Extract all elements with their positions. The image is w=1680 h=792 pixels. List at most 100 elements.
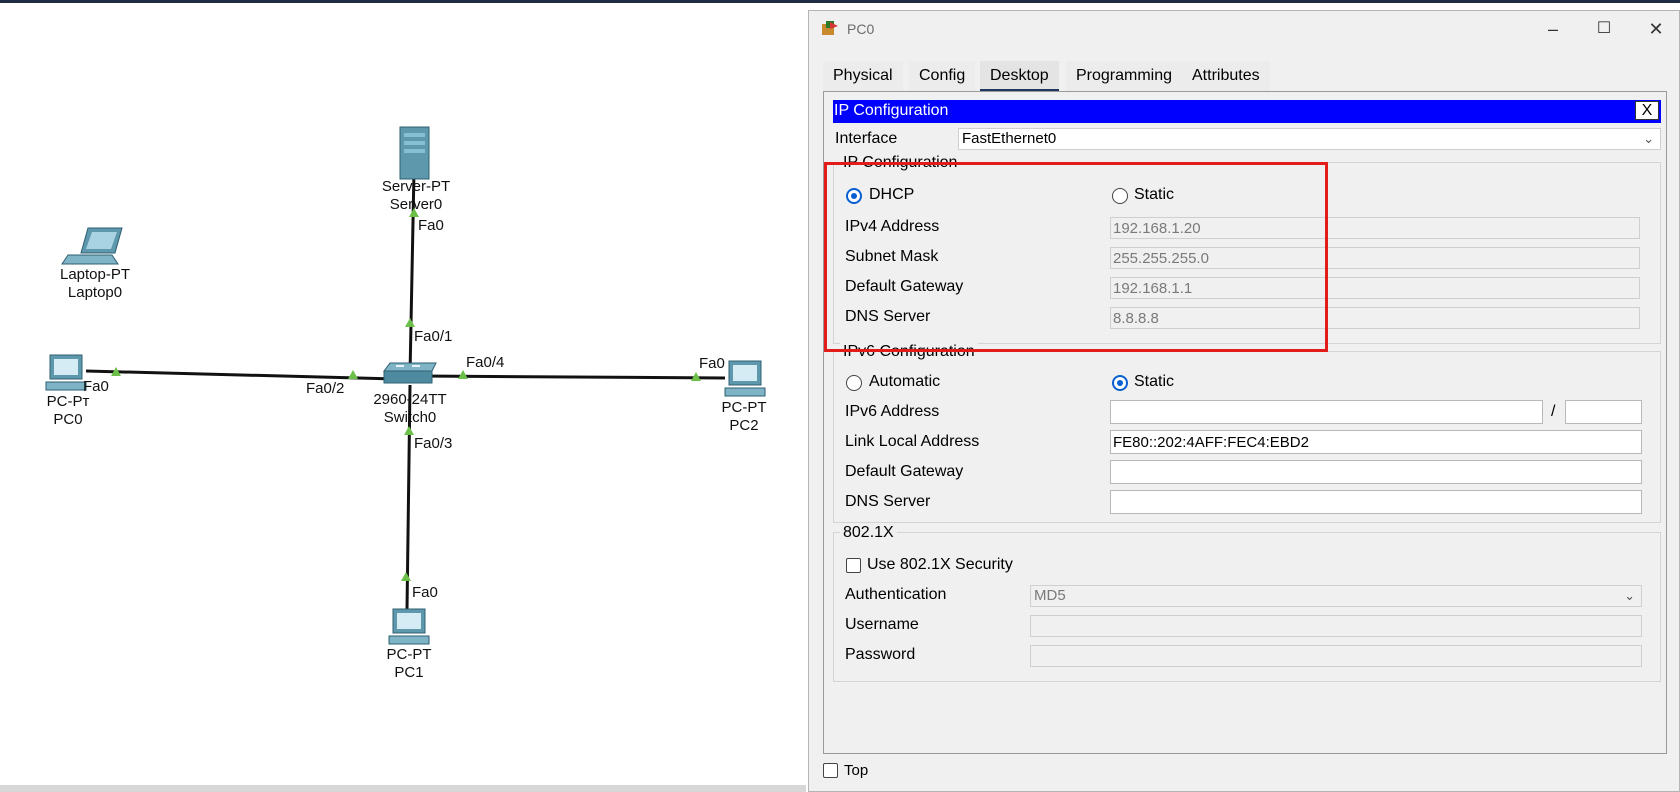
- pc0-label[interactable]: PC-Pт PC0: [47, 393, 90, 429]
- link-marker-switch-fa01: [405, 318, 415, 327]
- password-field[interactable]: [1030, 645, 1642, 667]
- ipv6-group-title: IPv6 Configuration: [840, 343, 978, 361]
- desktop-panel: IP Configuration X Interface FastEtherne…: [823, 91, 1667, 754]
- use-dot1x-checkbox[interactable]: [846, 558, 861, 573]
- port-label-server-fa0: Fa0: [418, 217, 444, 234]
- laptop0-label[interactable]: Laptop-PT Laptop0: [60, 266, 130, 302]
- link-local-address-label: Link Local Address: [845, 433, 980, 450]
- switch-icon: [383, 362, 437, 384]
- username-field[interactable]: [1030, 615, 1642, 637]
- subnet-mask-label: Subnet Mask: [845, 248, 939, 265]
- authentication-select-value: MD5: [1034, 587, 1066, 604]
- prefix-separator: /: [1551, 403, 1556, 420]
- switch0-name: Switch0: [383, 409, 437, 426]
- laptop0-name: Laptop0: [67, 284, 123, 301]
- pc2-label[interactable]: PC-PT PC2: [722, 399, 767, 435]
- dot1x-group: 802.1X Use 802.1X Security Authenticatio…: [833, 524, 1661, 682]
- use-dot1x-label: Use 802.1X Security: [867, 556, 1013, 573]
- subnet-mask-field[interactable]: [1110, 247, 1640, 269]
- laptop0-type: Laptop-PT: [59, 266, 131, 283]
- link-marker-switch-fa02: [348, 370, 358, 379]
- ip-config-header-title: IP Configuration: [834, 102, 949, 119]
- pc1-icon: [388, 608, 430, 645]
- pc0-window: PC0 – ☐ ✕ Physical Config Desktop Progra…: [808, 10, 1680, 792]
- static-ipv4-radio[interactable]: [1112, 188, 1128, 204]
- ipv4-group-title: IP Configuration: [840, 154, 961, 172]
- port-label-pc0-fa0: Fa0: [83, 378, 109, 395]
- switch0-type: 2960-24TT: [373, 391, 447, 408]
- server0-type: Server-PT: [381, 178, 451, 195]
- ipv4-default-gateway-field[interactable]: [1110, 277, 1640, 299]
- port-label-switch-fa04: Fa0/4: [466, 354, 505, 371]
- pc2-name: PC2: [729, 417, 759, 434]
- packet-tracer-app-icon: [822, 21, 838, 35]
- pc0-name: PC0: [53, 411, 83, 428]
- ipv6-default-gateway-field[interactable]: [1110, 460, 1642, 484]
- port-label-switch-fa03: Fa0/3: [414, 435, 453, 452]
- ipv6-static-label: Static: [1134, 373, 1175, 390]
- link-marker-pc1-fa0: [401, 572, 411, 581]
- switch0-label[interactable]: 2960-24TT Switch0: [373, 391, 446, 427]
- ipv4-dns-server-field[interactable]: [1110, 307, 1640, 329]
- dot1x-group-title: 802.1X: [840, 524, 897, 542]
- dhcp-label: DHCP: [869, 186, 915, 203]
- maximize-button[interactable]: ☐: [1581, 15, 1627, 43]
- authentication-label: Authentication: [845, 586, 947, 603]
- top-checkbox[interactable]: [823, 763, 838, 778]
- password-label: Password: [845, 646, 916, 663]
- topology-canvas[interactable]: Server-PT Server0 Laptop-PT Laptop0 PC-P…: [0, 3, 806, 785]
- canvas-scrollbar[interactable]: [0, 785, 806, 792]
- ipv6-dns-server-field[interactable]: [1110, 490, 1642, 514]
- chevron-down-icon: ⌄: [1643, 131, 1654, 146]
- top-label: Top: [844, 762, 869, 779]
- port-label-switch-fa02: Fa0/2: [306, 380, 345, 397]
- dhcp-radio[interactable]: [846, 188, 862, 204]
- port-label-pc2-fa0: Fa0: [699, 355, 725, 372]
- tab-programming[interactable]: Programming: [1066, 61, 1183, 91]
- ipv4-address-label: IPv4 Address: [845, 218, 940, 235]
- tab-attributes[interactable]: Attributes: [1182, 61, 1270, 91]
- tab-config[interactable]: Config: [909, 61, 976, 91]
- ipv6-config-group: IPv6 Configuration Automatic Static IPv6…: [833, 343, 1661, 523]
- pc2-icon: [724, 360, 766, 397]
- ipv6-automatic-radio[interactable]: [846, 375, 862, 391]
- server-icon: [399, 126, 430, 180]
- window-titlebar[interactable]: PC0 – ☐ ✕: [809, 11, 1679, 47]
- ipv4-dns-server-label: DNS Server: [845, 308, 931, 325]
- close-button[interactable]: ✕: [1633, 15, 1679, 43]
- ipv6-static-radio[interactable]: [1112, 375, 1128, 391]
- pc0-icon: [45, 354, 87, 391]
- port-label-pc1-fa0: Fa0: [412, 584, 438, 601]
- interface-select-value: FastEthernet0: [962, 130, 1057, 147]
- pc1-name: PC1: [394, 664, 424, 681]
- username-label: Username: [845, 616, 919, 633]
- static-ipv4-label: Static: [1134, 186, 1175, 203]
- ipv6-address-label: IPv6 Address: [845, 403, 940, 420]
- pc2-type: PC-PT: [721, 399, 767, 416]
- server0-name: Server0: [389, 196, 443, 213]
- chevron-down-icon: ⌄: [1624, 588, 1635, 603]
- port-label-switch-fa01: Fa0/1: [414, 328, 453, 345]
- ip-config-close-button[interactable]: X: [1635, 101, 1659, 120]
- ipv6-dns-server-label: DNS Server: [845, 493, 931, 510]
- ipv6-prefix-length-field[interactable]: [1565, 400, 1642, 424]
- interface-label: Interface: [835, 130, 898, 147]
- tab-physical[interactable]: Physical: [823, 61, 903, 91]
- link-local-address-field[interactable]: [1110, 430, 1642, 454]
- interface-select[interactable]: FastEthernet0 ⌄: [958, 128, 1661, 150]
- minimize-button[interactable]: –: [1530, 15, 1576, 43]
- pc1-type: PC-PT: [386, 646, 432, 663]
- ipv6-default-gateway-label: Default Gateway: [845, 463, 964, 480]
- ipv4-default-gateway-label: Default Gateway: [845, 278, 964, 295]
- link-marker-switch-fa03: [404, 426, 414, 435]
- ipv6-automatic-label: Automatic: [869, 373, 941, 390]
- authentication-select[interactable]: MD5 ⌄: [1030, 585, 1642, 607]
- server0-label[interactable]: Server-PT Server0: [382, 178, 450, 214]
- ipv6-address-field[interactable]: [1110, 400, 1543, 424]
- pc1-label[interactable]: PC-PT PC1: [387, 646, 432, 682]
- laptop-icon: [61, 227, 123, 265]
- tab-desktop[interactable]: Desktop: [980, 61, 1059, 92]
- ipv4-address-field[interactable]: [1110, 217, 1640, 239]
- ipv4-config-group: IP Configuration DHCP Static IPv4 Addres…: [833, 154, 1661, 344]
- window-title: PC0: [847, 21, 875, 37]
